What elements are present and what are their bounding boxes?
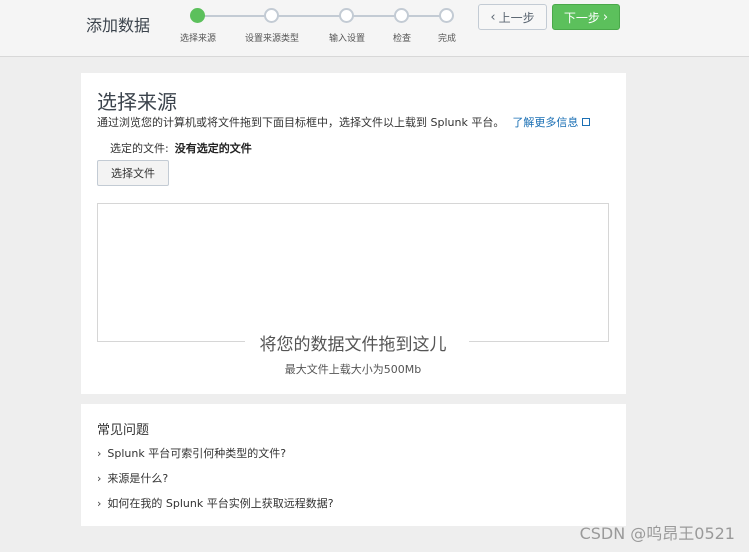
- select-source-panel: 选择来源 通过浏览您的计算机或将文件拖到下面目标框中，选择文件以上载到 Splu…: [81, 73, 626, 394]
- learn-more-link[interactable]: 了解更多信息: [512, 116, 591, 129]
- step-dot-review: [394, 8, 409, 23]
- step-dot-done: [439, 8, 454, 23]
- chevron-right-icon: ›: [97, 497, 102, 510]
- back-button-label: 上一步: [498, 10, 535, 25]
- faq-item-label: Splunk 平台可索引何种类型的文件?: [107, 447, 287, 460]
- step-label-review: 检查: [392, 34, 412, 44]
- stepper-track: [198, 15, 447, 17]
- chevron-right-icon: ›: [602, 9, 609, 25]
- faq-panel: 常见问题 › Splunk 平台可索引何种类型的文件? › 来源是什么? › 如何在我…: [81, 404, 626, 526]
- faq-item-label: 来源是什么?: [107, 472, 169, 485]
- selected-file-label: 选定的文件:: [110, 142, 169, 155]
- faq-item-remote-data[interactable]: › 如何在我的 Splunk 平台实例上获取远程数据?: [97, 495, 334, 511]
- progress-stepper: 选择来源 设置来源类型 输入设置 检查 完成: [0, 0, 749, 57]
- step-label-select-source: 选择来源: [179, 34, 217, 44]
- watermark: CSDN @呜昂王0521: [579, 524, 735, 543]
- step-dot-select-source: [190, 8, 205, 23]
- drop-zone-text: 将您的数据文件拖到这儿: [259, 335, 447, 355]
- chevron-left-icon: ‹: [490, 9, 496, 25]
- back-button[interactable]: ‹ 上一步: [478, 4, 547, 30]
- external-link-icon: [582, 118, 591, 126]
- selected-file-row: 选定的文件: 没有选定的文件: [110, 140, 252, 156]
- top-bar: 添加数据 选择来源 设置来源类型 输入设置 检查 完成 ‹ 上一步 下一步 ›: [0, 0, 749, 57]
- file-drop-zone[interactable]: [97, 203, 609, 341]
- faq-item-what-is-source[interactable]: › 来源是什么?: [97, 470, 168, 486]
- step-label-input-settings: 输入设置: [328, 34, 366, 44]
- faq-item-file-types[interactable]: › Splunk 平台可索引何种类型的文件?: [97, 445, 286, 461]
- description-text: 通过浏览您的计算机或将文件拖到下面目标框中，选择文件以上载到 Splunk 平台…: [97, 116, 505, 129]
- next-button-label: 下一步: [563, 10, 600, 25]
- choose-file-button[interactable]: 选择文件: [97, 160, 169, 186]
- max-upload-size: 最大文件上载大小为500Mb: [284, 363, 422, 376]
- section-title: 选择来源: [97, 90, 177, 114]
- step-label-done: 完成: [437, 34, 457, 44]
- source-description: 通过浏览您的计算机或将文件拖到下面目标框中，选择文件以上载到 Splunk 平台…: [97, 114, 591, 130]
- selected-file-value: 没有选定的文件: [174, 142, 252, 155]
- faq-title: 常见问题: [97, 423, 150, 438]
- chevron-right-icon: ›: [97, 472, 102, 485]
- learn-more-label: 了解更多信息: [512, 116, 579, 129]
- faq-item-label: 如何在我的 Splunk 平台实例上获取远程数据?: [107, 497, 334, 510]
- step-label-set-source-type: 设置来源类型: [244, 34, 300, 44]
- step-dot-set-source-type: [264, 8, 279, 23]
- step-dot-input-settings: [339, 8, 354, 23]
- next-button[interactable]: 下一步 ›: [552, 4, 620, 30]
- chevron-right-icon: ›: [97, 447, 102, 460]
